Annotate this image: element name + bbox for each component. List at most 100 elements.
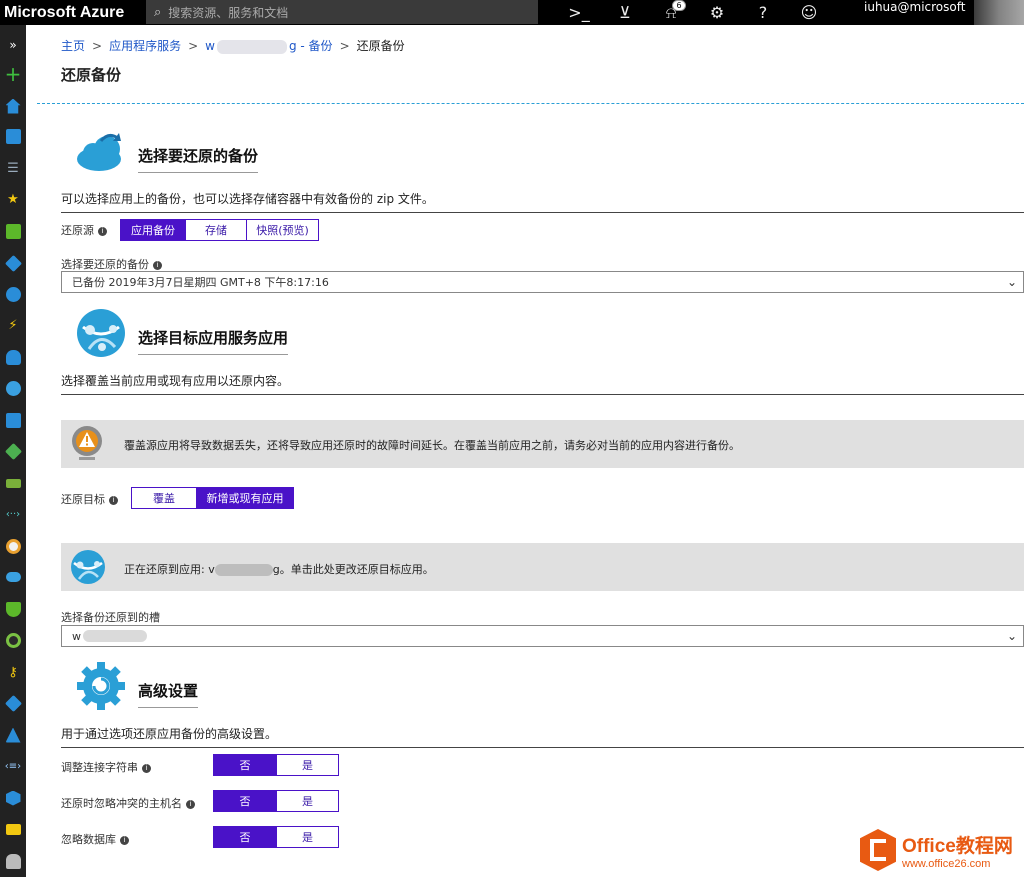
virtual-networks-icon[interactable]: ‹··›	[3, 504, 23, 524]
info-icon[interactable]: i	[142, 764, 151, 773]
connection-strings-no[interactable]: 否	[214, 755, 276, 775]
directory-filter-icon[interactable]: ⊻	[602, 0, 648, 25]
ignore-hostnames-yes[interactable]: 是	[276, 791, 338, 811]
section-divider	[61, 747, 1024, 748]
target-option-new-or-existing[interactable]: 新增或现有应用	[196, 488, 293, 508]
info-icon[interactable]: i	[120, 836, 129, 845]
slot-select[interactable]: w ⌄	[61, 625, 1024, 647]
source-option-app-backup[interactable]: 应用备份	[121, 220, 185, 240]
brand-logo[interactable]: Microsoft Azure	[0, 4, 145, 22]
storage-accounts-icon[interactable]	[3, 473, 23, 493]
user-account[interactable]: iuhua@microsoft	[864, 0, 1024, 25]
azure-ad-icon[interactable]	[3, 725, 23, 745]
redacted-app-name	[214, 564, 273, 576]
main-content: 主页 > 应用程序服务 > w g - 备份 > 还原备份 还原备份 选择要还原的备份 可以选…	[37, 25, 1024, 877]
office26-watermark: Office教程网 www.office26.com	[860, 827, 1020, 873]
security-center-icon[interactable]	[3, 599, 23, 619]
restore-source-label: 还原源 i	[61, 222, 107, 238]
info-icon[interactable]: i	[153, 261, 162, 270]
settings-gear-icon[interactable]: ⚙	[694, 0, 740, 25]
container-icon[interactable]	[3, 788, 23, 808]
left-nav: » + ☰ ★ ⚡ ‹··› ⚷ ‹≡›	[0, 25, 26, 877]
restoring-text[interactable]: 正在还原到应用: v g。单击此处更改还原目标应用。	[124, 561, 434, 577]
chevron-down-icon: ⌄	[1006, 275, 1017, 289]
sql-server-icon[interactable]	[3, 851, 23, 871]
breadcrumb-home[interactable]: 主页	[61, 39, 85, 53]
source-option-storage[interactable]: 存储	[185, 220, 246, 240]
cloud-backup-icon	[75, 129, 127, 173]
feedback-smiley-icon[interactable]: ☺	[786, 0, 832, 25]
ignore-hostnames-no[interactable]: 否	[214, 791, 276, 811]
user-redaction	[974, 0, 1024, 25]
section-title-select-backup: 选择要还原的备份	[138, 145, 259, 173]
notifications-icon[interactable]: ⍾ 6	[648, 0, 694, 25]
function-apps-icon[interactable]: ⚡	[3, 315, 23, 335]
cosmos-db-icon[interactable]	[3, 378, 23, 398]
advanced-description: 用于通过选项还原应用备份的高级设置。	[61, 727, 278, 741]
backup-select[interactable]: 已备份 2019年3月7日星期四 GMT+8 下午8:17:16 ⌄	[61, 271, 1024, 293]
setting-label-ignore-hostnames: 还原时忽略冲突的主机名 i	[61, 795, 195, 811]
section-divider	[61, 212, 1024, 213]
top-bar: Microsoft Azure ⌕ 搜索资源、服务和文档 >_ ⊻ ⍾ 6 ⚙ …	[0, 0, 1024, 25]
user-email: iuhua@microsoft	[864, 0, 966, 14]
target-option-overwrite[interactable]: 覆盖	[132, 488, 196, 508]
cloud-shell-icon[interactable]: >_	[556, 0, 602, 25]
backup-description: 可以选择应用上的备份，也可以选择存储容器中有效备份的 zip 文件。	[61, 192, 434, 206]
office-logo-icon	[860, 829, 896, 871]
setting-label-connection-strings: 调整连接字符串 i	[61, 759, 151, 775]
breadcrumb-app-services[interactable]: 应用程序服务	[109, 39, 181, 53]
info-icon[interactable]: i	[98, 227, 107, 236]
breadcrumb-current: 还原备份	[356, 39, 405, 53]
watermark-url: www.office26.com	[902, 857, 991, 870]
ignore-databases-no[interactable]: 否	[214, 827, 276, 847]
monitor-icon[interactable]	[3, 536, 23, 556]
virtual-machines-icon[interactable]	[3, 410, 23, 430]
resource-groups-icon[interactable]	[3, 253, 23, 273]
info-icon[interactable]: i	[109, 496, 118, 505]
ignore-databases-yes[interactable]: 是	[276, 827, 338, 847]
restore-source-toggle: 应用备份 存储 快照(预览)	[120, 219, 319, 241]
section-title-advanced: 高级设置	[138, 680, 199, 708]
info-icon[interactable]: i	[186, 800, 195, 809]
app-service-small-icon	[69, 549, 107, 585]
key-vault-icon[interactable]: ⚷	[3, 662, 23, 682]
load-balancers-icon[interactable]	[3, 441, 23, 461]
expand-menu-icon[interactable]: »	[3, 35, 23, 55]
create-resource-icon[interactable]: +	[3, 62, 23, 86]
section-title-select-target: 选择目标应用服务应用	[138, 327, 289, 355]
search-icon: ⌕	[154, 4, 162, 20]
help-icon[interactable]: ?	[740, 0, 786, 25]
advisor-icon[interactable]	[3, 630, 23, 650]
cloud-services-icon[interactable]	[3, 567, 23, 587]
select-backup-label: 选择要还原的备份 i	[61, 256, 162, 272]
search-box[interactable]: ⌕ 搜索资源、服务和文档	[146, 0, 538, 24]
favorites-star-icon[interactable]: ★	[3, 189, 23, 209]
ignore-databases-toggle: 否 是	[213, 826, 339, 848]
connection-strings-yes[interactable]: 是	[276, 755, 338, 775]
devops-icon[interactable]	[3, 693, 23, 713]
home-icon[interactable]	[3, 96, 23, 116]
title-divider	[37, 103, 1024, 104]
breadcrumb-app-backups[interactable]: wg - 备份	[205, 39, 333, 54]
sql-databases-icon[interactable]	[3, 347, 23, 367]
all-services-icon[interactable]: ☰	[3, 158, 23, 178]
page-title: 还原备份	[61, 66, 122, 84]
restore-target-toggle: 覆盖 新增或现有应用	[131, 487, 294, 509]
all-resources-grid-icon[interactable]	[3, 221, 23, 241]
target-description: 选择覆盖当前应用或现有应用以还原内容。	[61, 374, 290, 388]
redacted-app-name	[216, 39, 287, 54]
cost-management-icon[interactable]	[3, 819, 23, 839]
expressroute-icon[interactable]: ‹≡›	[3, 756, 23, 776]
restoring-target-banner[interactable]: 正在还原到应用: v g。单击此处更改还原目标应用。	[61, 543, 1024, 591]
overwrite-warning-banner: 覆盖源应用将导致数据丢失，还将导致应用还原时的故障时间延长。在覆盖当前应用之前，…	[61, 420, 1024, 468]
dashboard-icon[interactable]	[3, 126, 23, 146]
warning-icon	[69, 425, 105, 463]
advanced-settings-gear-icon	[75, 660, 127, 712]
search-placeholder: 搜索资源、服务和文档	[168, 5, 289, 20]
connection-strings-toggle: 否 是	[213, 754, 339, 776]
app-service-icon	[75, 307, 127, 359]
section-divider	[61, 394, 1024, 395]
app-services-icon[interactable]	[3, 284, 23, 304]
chevron-down-icon: ⌄	[1006, 629, 1017, 643]
source-option-snapshot[interactable]: 快照(预览)	[246, 220, 318, 240]
